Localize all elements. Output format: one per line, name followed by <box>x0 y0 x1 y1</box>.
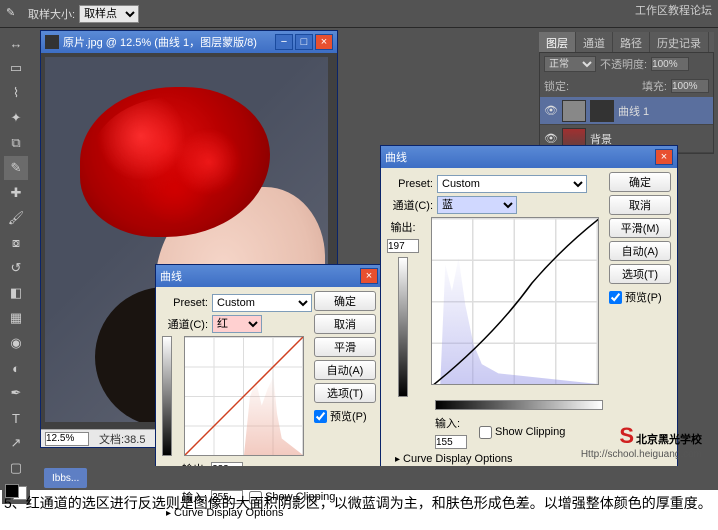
dlg-title: 曲线 <box>160 268 182 284</box>
layer-row[interactable]: 👁 曲线 1 <box>540 97 713 125</box>
dodge-tool[interactable]: ◐ <box>4 356 28 380</box>
healing-tool[interactable]: ✚ <box>4 181 28 205</box>
lasso-tool[interactable]: ⌇ <box>4 81 28 105</box>
eyedropper-tool[interactable]: ✎ <box>4 156 28 180</box>
zoom-input[interactable] <box>45 432 89 446</box>
ok-button[interactable]: 确定 <box>609 172 671 192</box>
output-gradient <box>162 336 172 456</box>
dlg-title-bar[interactable]: 曲线 × <box>381 146 677 168</box>
channel-label: 通道(C): <box>162 316 208 332</box>
options-bar: ✎ 取样大小: 取样点 工作区教程论坛 <box>0 0 718 28</box>
dlg-title: 曲线 <box>385 149 407 165</box>
taskbar-item[interactable]: Ibbs... <box>44 468 87 488</box>
auto-button[interactable]: 自动(A) <box>314 360 376 380</box>
lock-label: 锁定: <box>544 78 569 94</box>
tab-history[interactable]: 历史记录 <box>650 32 709 52</box>
fill-label: 填充: <box>642 78 667 94</box>
channel-select[interactable]: 红 <box>212 315 262 333</box>
layer-mask-thumb <box>590 100 614 122</box>
crop-tool[interactable]: ⧉ <box>4 131 28 155</box>
preset-select[interactable]: Custom <box>437 175 587 193</box>
history-brush-tool[interactable]: ↺ <box>4 256 28 280</box>
preview-check[interactable]: 预览(P) <box>609 289 671 305</box>
doc-title: 原片.jpg @ 12.5% (曲线 1，图层蒙版/8) <box>63 34 257 50</box>
cancel-button[interactable]: 取消 <box>314 314 376 334</box>
cancel-button[interactable]: 取消 <box>609 195 671 215</box>
marquee-tool[interactable]: ▭ <box>4 56 28 80</box>
auto-button[interactable]: 自动(A) <box>609 241 671 261</box>
doc-title-bar[interactable]: 原片.jpg @ 12.5% (曲线 1，图层蒙版/8) − □ × <box>41 31 337 53</box>
smooth-button[interactable]: 平滑(M) <box>609 218 671 238</box>
type-tool[interactable]: T <box>4 406 28 430</box>
close-button[interactable]: × <box>655 149 673 165</box>
logo-icon: S <box>619 423 634 448</box>
shape-tool[interactable]: ▢ <box>4 456 28 480</box>
move-tool[interactable]: ↔ <box>4 31 28 55</box>
preset-select[interactable]: Custom <box>212 294 312 312</box>
curve-graph[interactable] <box>431 217 599 385</box>
tab-paths[interactable]: 路径 <box>613 32 650 52</box>
curve-graph[interactable] <box>184 336 304 456</box>
show-clipping-check[interactable]: Show Clipping <box>479 426 565 439</box>
doc-icon <box>45 35 59 49</box>
pen-tool[interactable]: ✒ <box>4 381 28 405</box>
brush-tool[interactable]: 🖌 <box>4 206 28 230</box>
maximize-button[interactable]: □ <box>295 34 313 50</box>
layers-panel: 图层 通道 路径 历史记录 正常 不透明度: 锁定: 填充: 👁 曲线 1 <box>539 32 714 154</box>
sample-size-select[interactable]: 取样点 <box>79 5 139 23</box>
gradient-tool[interactable]: ▦ <box>4 306 28 330</box>
eraser-tool[interactable]: ◧ <box>4 281 28 305</box>
ok-button[interactable]: 确定 <box>314 291 376 311</box>
visibility-icon[interactable]: 👁 <box>544 132 558 146</box>
document-taskbar: Ibbs... <box>42 466 718 490</box>
path-tool[interactable]: ↗ <box>4 431 28 455</box>
sample-size-label: 取样大小: <box>28 6 75 22</box>
layer-thumb <box>562 100 586 122</box>
watermark: S北京黑光学校 Http://school.heiguang.com <box>581 423 702 460</box>
fill-input[interactable] <box>671 79 709 93</box>
opacity-input[interactable] <box>651 57 689 71</box>
eyedropper-icon: ✎ <box>6 6 22 22</box>
curves-dialog-1: 曲线 × Preset: Custom 通道(C): 红 输出: <box>155 264 383 488</box>
input-gradient <box>435 400 603 410</box>
blur-tool[interactable]: ◉ <box>4 331 28 355</box>
options-button[interactable]: 选项(T) <box>609 264 671 284</box>
tutorial-caption: 5、红通道的选区进行反选则是图像的大面积阴影区，以微蓝调为主，和肤色形成色差。以… <box>4 494 714 512</box>
preview-check[interactable]: 预览(P) <box>314 408 376 424</box>
smooth-button[interactable]: 平滑 <box>314 337 376 357</box>
layer-name: 曲线 1 <box>618 103 649 119</box>
input-field[interactable] <box>435 435 467 449</box>
visibility-icon[interactable]: 👁 <box>544 104 558 118</box>
tab-layers[interactable]: 图层 <box>539 32 576 52</box>
output-field[interactable] <box>387 239 419 253</box>
minimize-button[interactable]: − <box>275 34 293 50</box>
stamp-tool[interactable]: ⧇ <box>4 231 28 255</box>
close-button[interactable]: × <box>360 268 378 284</box>
preset-label: Preset: <box>387 178 433 190</box>
output-gradient <box>398 257 408 397</box>
blend-mode-select[interactable]: 正常 <box>544 56 596 72</box>
preset-label: Preset: <box>162 297 208 309</box>
options-button[interactable]: 选项(T) <box>314 383 376 403</box>
wand-tool[interactable]: ✦ <box>4 106 28 130</box>
workspace-label[interactable]: 工作区教程论坛 <box>635 2 712 18</box>
channel-select[interactable]: 蓝 <box>437 196 517 214</box>
opacity-label: 不透明度: <box>600 56 647 72</box>
tool-palette: ↔ ▭ ⌇ ✦ ⧉ ✎ ✚ 🖌 ⧇ ↺ ◧ ▦ ◉ ◐ ✒ T ↗ ▢ <box>2 30 30 504</box>
close-button[interactable]: × <box>315 34 333 50</box>
filesize-label: 文档:38.5 <box>99 431 145 447</box>
tab-channels[interactable]: 通道 <box>576 32 613 52</box>
dlg-title-bar[interactable]: 曲线 × <box>156 265 382 287</box>
channel-label: 通道(C): <box>387 197 433 213</box>
